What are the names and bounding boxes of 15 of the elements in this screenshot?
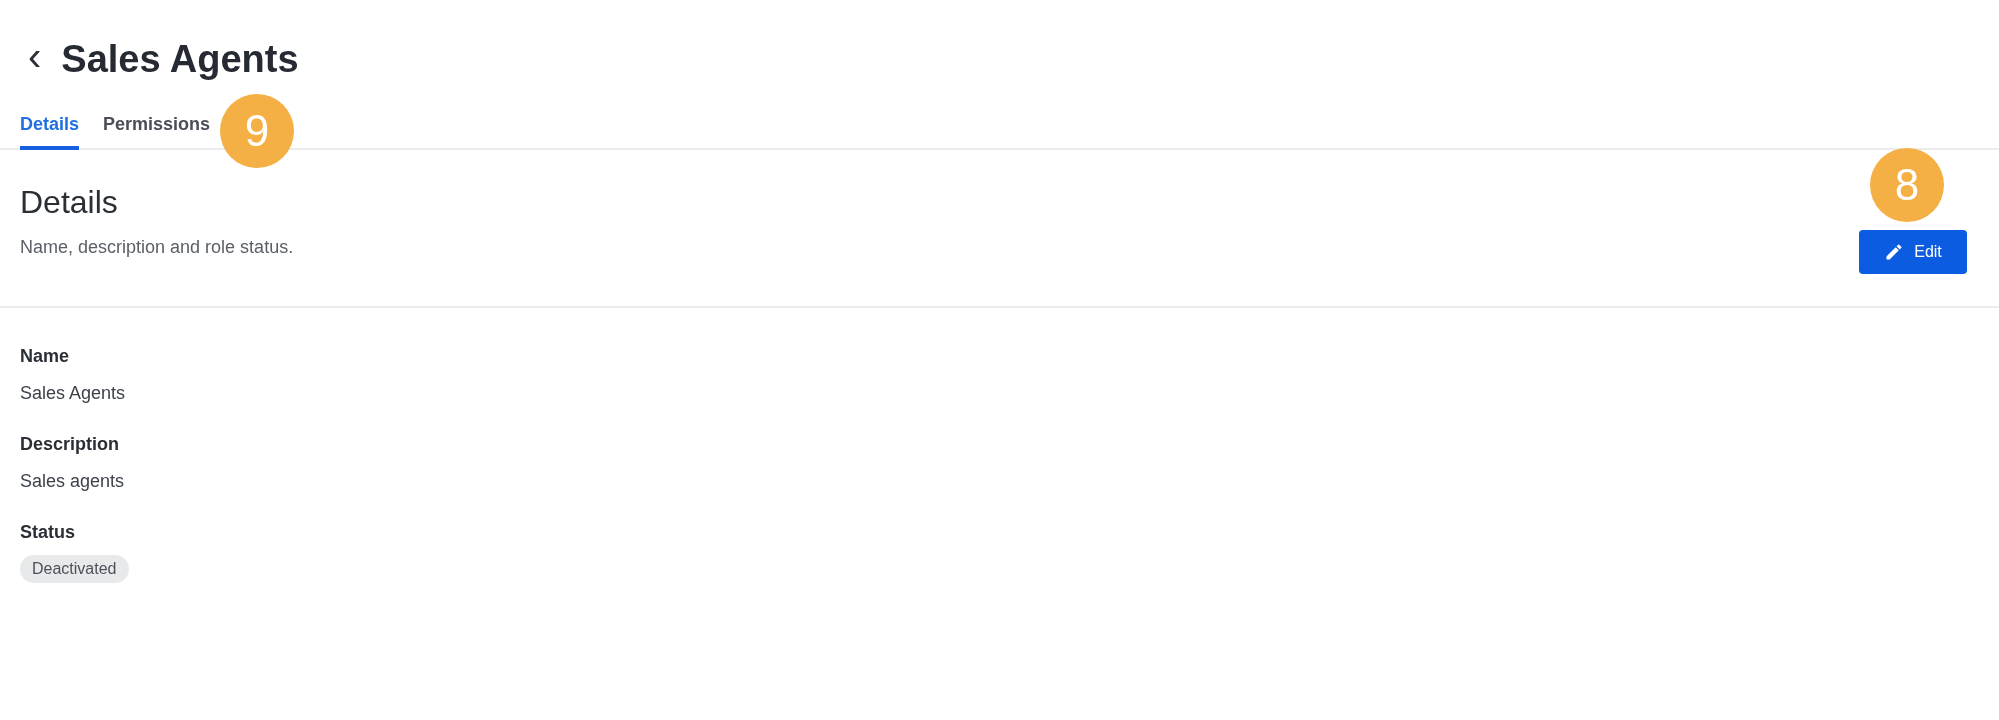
- field-value: Sales Agents: [20, 383, 127, 404]
- edit-button[interactable]: Edit: [1859, 230, 1967, 274]
- field-label: Status: [20, 522, 76, 543]
- page-title: Sales Agents: [61, 37, 299, 81]
- field-label: Name: [20, 346, 71, 367]
- tab[interactable]: Permissions: [103, 114, 211, 150]
- section-subtitle: Name, description and role status.: [20, 237, 294, 258]
- callout-badge: 9: [220, 94, 294, 168]
- section-title: Details: [20, 184, 119, 221]
- back-icon[interactable]: ‹: [28, 36, 42, 76]
- field-value: Sales agents: [20, 471, 126, 492]
- tab[interactable]: Details: [20, 114, 80, 150]
- callout-badge: 8: [1870, 148, 1944, 222]
- status-chip: Deactivated: [20, 555, 129, 583]
- field-label: Description: [20, 434, 121, 455]
